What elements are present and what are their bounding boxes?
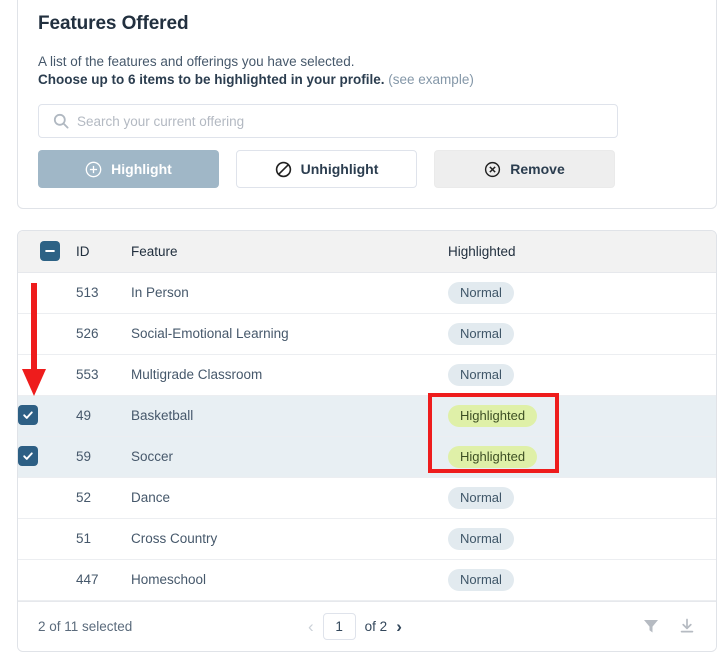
cell-highlighted: Normal — [448, 518, 716, 559]
highlight-button-label: Highlight — [111, 161, 172, 177]
remove-button[interactable]: Remove — [434, 150, 615, 188]
cell-id: 52 — [76, 490, 92, 505]
unhighlight-button[interactable]: Unhighlight — [236, 150, 417, 188]
no-entry-icon — [275, 161, 292, 178]
footer-icon-group — [642, 617, 696, 635]
status-badge: Highlighted — [448, 445, 538, 468]
cell-id: 447 — [76, 572, 99, 587]
table-body: 513 In Person Normal 526 Social-Emotional Le… — [18, 272, 716, 600]
row-checkbox-cell[interactable] — [18, 313, 76, 354]
row-checkbox[interactable] — [18, 567, 38, 587]
cell-highlighted: Highlighted — [448, 436, 716, 477]
next-page-button[interactable]: › — [396, 618, 402, 635]
status-badge: Normal — [448, 527, 514, 550]
row-checkbox-cell[interactable] — [18, 477, 76, 518]
page-title: Features Offered — [38, 13, 189, 34]
cell-feature: Homeschool — [131, 572, 207, 587]
cell-highlighted: Normal — [448, 272, 716, 313]
features-table: ID Feature Highlighted 513 In Person Norma… — [18, 231, 716, 601]
cell-id: 553 — [76, 367, 99, 382]
row-checkbox-cell[interactable] — [18, 354, 76, 395]
previous-page-button[interactable]: ‹ — [308, 618, 314, 635]
cell-id: 526 — [76, 326, 99, 341]
description-line-2-text: Choose up to 6 items to be highlighted i… — [38, 72, 385, 87]
row-checkbox-cell[interactable] — [18, 518, 76, 559]
row-checkbox[interactable] — [18, 321, 38, 341]
cell-feature: Soccer — [131, 449, 174, 464]
status-badge: Normal — [448, 281, 514, 304]
see-example-link[interactable]: (see example) — [388, 72, 474, 87]
row-checkbox-cell[interactable] — [18, 272, 76, 313]
table-row[interactable]: 51 Cross Country Normal — [18, 518, 716, 559]
row-checkbox[interactable] — [18, 526, 38, 546]
cell-feature: Social-Emotional Learning — [131, 326, 289, 341]
table-row[interactable]: 513 In Person Normal — [18, 272, 716, 313]
cell-highlighted: Highlighted — [448, 395, 716, 436]
table-header: ID Feature Highlighted — [18, 231, 716, 273]
row-checkbox-cell[interactable] — [18, 436, 76, 477]
cell-feature: Dance — [131, 490, 171, 505]
pagination-controls: ‹ 1 of 2 › — [308, 612, 402, 640]
column-header-feature[interactable]: Feature — [131, 231, 448, 273]
search-icon — [53, 113, 69, 129]
cell-feature: Basketball — [131, 408, 194, 423]
row-checkbox-cell[interactable] — [18, 559, 76, 600]
plus-circle-icon — [85, 161, 102, 178]
features-offered-page: Features Offered A list of the features … — [0, 0, 717, 661]
table-header-row: ID Feature Highlighted — [18, 231, 716, 273]
cell-id: 59 — [76, 449, 92, 464]
page-number-input[interactable]: 1 — [322, 612, 356, 640]
features-header-card: Features Offered A list of the features … — [17, 0, 717, 209]
status-badge: Normal — [448, 486, 514, 509]
cell-feature: In Person — [131, 285, 189, 300]
row-checkbox[interactable] — [18, 362, 38, 382]
row-checkbox-cell[interactable] — [18, 395, 76, 436]
remove-button-label: Remove — [510, 161, 565, 177]
cell-highlighted: Normal — [448, 354, 716, 395]
row-checkbox[interactable] — [18, 446, 38, 466]
column-header-highlighted[interactable]: Highlighted — [448, 231, 716, 273]
features-table-card: ID Feature Highlighted 513 In Person Norma… — [17, 230, 717, 652]
table-row[interactable]: 59 Soccer Highlighted — [18, 436, 716, 477]
table-row[interactable]: 526 Social-Emotional Learning Normal — [18, 313, 716, 354]
table-row[interactable]: 553 Multigrade Classroom Normal — [18, 354, 716, 395]
status-badge: Normal — [448, 363, 514, 386]
cell-highlighted: Normal — [448, 559, 716, 600]
row-checkbox[interactable] — [18, 280, 38, 300]
table-row[interactable]: 447 Homeschool Normal — [18, 559, 716, 600]
cell-highlighted: Normal — [448, 477, 716, 518]
selection-summary: 2 of 11 selected — [38, 618, 133, 634]
row-checkbox[interactable] — [18, 405, 38, 425]
cell-highlighted: Normal — [448, 313, 716, 354]
search-input[interactable] — [77, 105, 617, 137]
cell-id: 49 — [76, 408, 92, 423]
status-badge: Normal — [448, 322, 514, 345]
select-all-checkbox[interactable] — [40, 241, 60, 262]
x-circle-icon — [484, 161, 501, 178]
unhighlight-button-label: Unhighlight — [300, 161, 379, 177]
cell-feature: Cross Country — [131, 531, 218, 546]
table-row[interactable]: 49 Basketball Highlighted — [18, 395, 716, 436]
cell-id: 51 — [76, 531, 92, 546]
description-line-1: A list of the features and offerings you… — [38, 54, 355, 69]
search-box[interactable] — [38, 104, 618, 138]
row-checkbox[interactable] — [18, 485, 38, 505]
table-row[interactable]: 52 Dance Normal — [18, 477, 716, 518]
select-all-cell — [18, 231, 76, 273]
filter-icon[interactable] — [642, 617, 660, 635]
column-header-id[interactable]: ID — [76, 231, 131, 273]
cell-id: 513 — [76, 285, 99, 300]
page-total-label: of 2 — [364, 618, 388, 634]
action-button-row: Highlight Unhighlight Remove — [38, 150, 696, 188]
description-line-2: Choose up to 6 items to be highlighted i… — [38, 72, 696, 87]
status-badge: Highlighted — [448, 404, 538, 427]
status-badge: Normal — [448, 568, 514, 591]
cell-feature: Multigrade Classroom — [131, 367, 263, 382]
highlight-button[interactable]: Highlight — [38, 150, 219, 188]
table-footer: 2 of 11 selected ‹ 1 of 2 › — [18, 600, 716, 651]
download-icon[interactable] — [678, 617, 696, 635]
